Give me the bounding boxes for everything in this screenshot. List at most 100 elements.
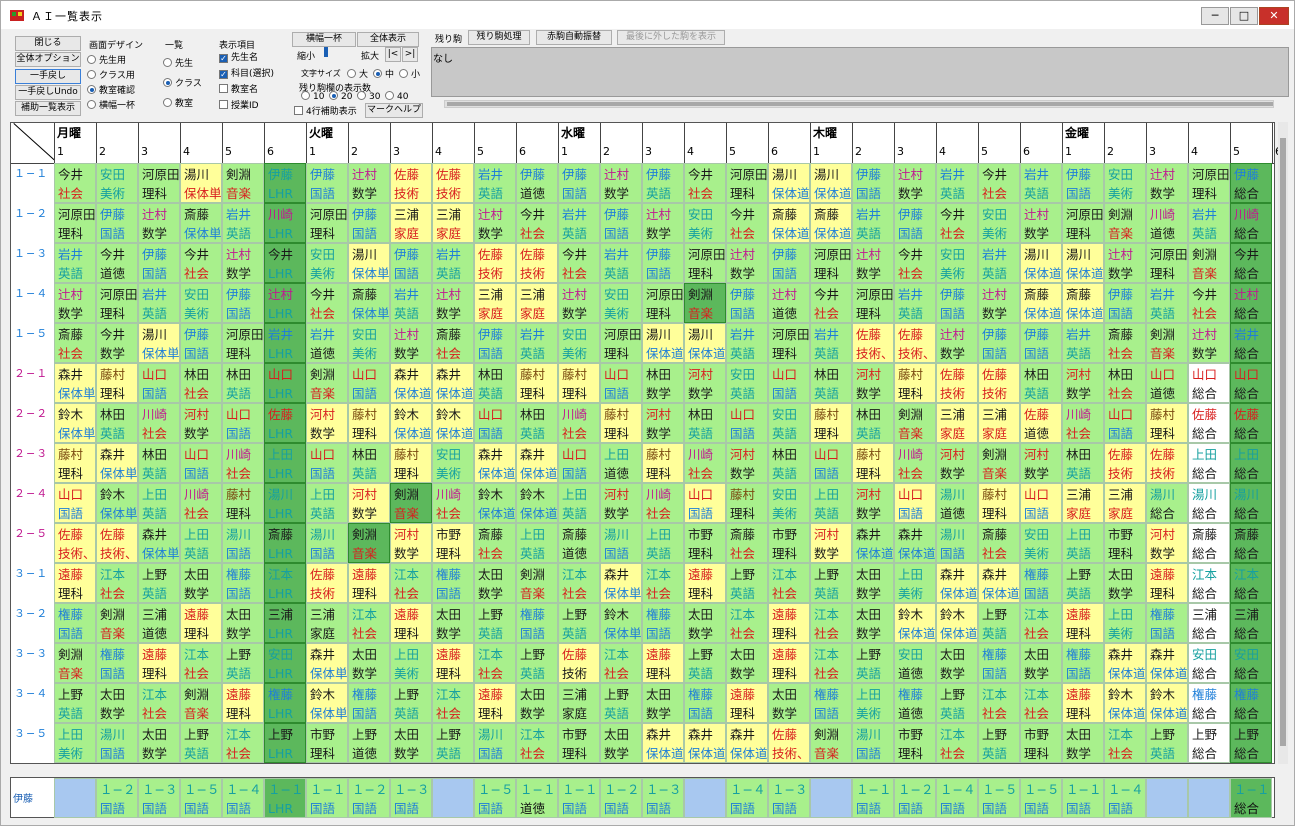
timetable-cell[interactable]: 山口 国語	[726, 403, 768, 443]
timetable-cell[interactable]: 江本 社会	[810, 603, 852, 643]
timetable-cell[interactable]: 藤村 理科	[852, 443, 894, 483]
display-checkbox-2[interactable]: 教室名	[219, 82, 258, 95]
timetable-cell[interactable]: 剣淵 音楽	[222, 163, 264, 203]
close-window-button[interactable]: ✕	[1259, 7, 1289, 25]
timetable-cell[interactable]: 江本 社会	[222, 723, 264, 763]
timetable-cell[interactable]: 伊藤 国語	[600, 203, 642, 243]
teacher-row-cell[interactable]: １−５ 国語	[978, 778, 1020, 818]
timetable-cell[interactable]: 上野 英語	[1062, 563, 1104, 603]
teacher-row-cell[interactable]	[54, 778, 96, 818]
timetable-cell[interactable]: 岩井 英語	[1062, 323, 1104, 363]
timetable-cell[interactable]: 岩井 英語	[474, 163, 516, 203]
timetable-cell[interactable]: 河村 数学	[726, 443, 768, 483]
timetable-cell[interactable]: 辻村 数学	[642, 203, 684, 243]
timetable-cell[interactable]: 伊藤 国語	[180, 323, 222, 363]
timetable-cell[interactable]: 森井 保体単	[306, 643, 348, 683]
timetable-cell[interactable]: 江本 LHR	[264, 563, 306, 603]
timetable-cell[interactable]: 河村 数学	[1062, 363, 1104, 403]
timetable-cell[interactable]: 佐藤 技術	[936, 363, 978, 403]
timetable-cell[interactable]: 林田 英語	[474, 363, 516, 403]
timetable-cell[interactable]: 森井 保体道	[726, 723, 768, 763]
timetable-cell[interactable]: 江本 社会	[1020, 683, 1062, 723]
timetable-cell[interactable]: 岩井 英語	[138, 283, 180, 323]
timetable-cell[interactable]: 藤村 理科	[54, 443, 96, 483]
timetable-cell[interactable]: 山口 国語	[810, 443, 852, 483]
timetable-cell[interactable]: 岩井 英語	[726, 323, 768, 363]
timetable-cell[interactable]: 河原田 理科	[600, 323, 642, 363]
teacher-row-cell[interactable]: １−５ 国語	[180, 778, 222, 818]
teacher-row-cell[interactable]: １−４ 国語	[726, 778, 768, 818]
timetable-cell[interactable]: 鈴木 保体単	[54, 403, 96, 443]
timetable-cell[interactable]: 伊藤 LHR	[264, 163, 306, 203]
timetable-cell[interactable]: 上野 総合	[1188, 723, 1230, 763]
timetable-cell[interactable]: 山口 国語	[1104, 403, 1146, 443]
timetable-cell[interactable]: 湯川 国語	[474, 723, 516, 763]
timetable-cell[interactable]: 今井 社会	[1188, 283, 1230, 323]
timetable-cell[interactable]: 安田 美術	[558, 323, 600, 363]
timetable-cell[interactable]: 森井 保体道	[978, 563, 1020, 603]
timetable-cell[interactable]: 河原田 理科	[222, 323, 264, 363]
timetable-cell[interactable]: 斎藤 保体道	[810, 203, 852, 243]
list-radio-1[interactable]: クラス	[163, 76, 202, 89]
timetable-cell[interactable]: 権藤 道徳	[894, 683, 936, 723]
timetable-cell[interactable]: 河原田 理科	[138, 163, 180, 203]
timetable-cell[interactable]: 森井 保体道	[684, 723, 726, 763]
timetable-cell[interactable]: 安田 美術	[348, 323, 390, 363]
timetable-cell[interactable]: 鈴木 保体道	[390, 403, 432, 443]
timetable-cell[interactable]: 辻村 数学	[726, 243, 768, 283]
timetable-cell[interactable]: 岩井 英語	[432, 243, 474, 283]
timetable-cell[interactable]: 川崎 社会	[684, 443, 726, 483]
timetable-cell[interactable]: 斎藤 社会	[432, 323, 474, 363]
timetable-cell[interactable]: 辻村 LHR	[264, 283, 306, 323]
timetable-cell[interactable]: 江本 社会	[978, 683, 1020, 723]
timetable-cell[interactable]: 鈴木 保体道	[1104, 683, 1146, 723]
timetable-cell[interactable]: 安田 美術	[96, 163, 138, 203]
timetable-cell[interactable]: 伊藤 国語	[936, 283, 978, 323]
timetable-cell[interactable]: 山口 国語	[600, 363, 642, 403]
teacher-row-cell[interactable]	[1188, 778, 1230, 818]
timetable-cell[interactable]: 伊藤 国語	[96, 203, 138, 243]
timetable-cell[interactable]: 江本 総合	[1230, 563, 1272, 603]
timetable-cell[interactable]: 藤村 理科	[558, 363, 600, 403]
timetable-cell[interactable]: 佐藤 技術、	[96, 523, 138, 563]
timetable-cell[interactable]: 河村 数学	[600, 483, 642, 523]
timetable-cell[interactable]: 辻村 数学	[1188, 323, 1230, 363]
timetable-cell[interactable]: 遠藤 理科	[768, 603, 810, 643]
remaining-scrollbar[interactable]	[444, 100, 1274, 108]
timetable-cell[interactable]: 上野 英語	[978, 723, 1020, 763]
timetable-cell[interactable]: 太田 数学	[474, 563, 516, 603]
timetable-cell[interactable]: 湯川 保体道	[684, 323, 726, 363]
timetable-cell[interactable]: 辻村 数学	[138, 203, 180, 243]
timetable-cell[interactable]: 湯川 保体道	[1062, 243, 1104, 283]
full-display-button[interactable]: 全体表示	[357, 32, 419, 47]
timetable-cell[interactable]: 権藤 国語	[348, 683, 390, 723]
timetable-cell[interactable]: 権藤 総合	[1230, 683, 1272, 723]
timetable-cell[interactable]: 岩井 英語	[1146, 283, 1188, 323]
timetable-cell[interactable]: 湯川 国語	[936, 523, 978, 563]
timetable-cell[interactable]: 遠藤 理科	[474, 683, 516, 723]
timetable-cell[interactable]: 湯川 国語	[852, 723, 894, 763]
timetable-cell[interactable]: 遠藤 理科	[54, 563, 96, 603]
timetable-cell[interactable]: 三浦 家庭	[936, 403, 978, 443]
teacher-row-cell[interactable]	[810, 778, 852, 818]
font-size-radio-0[interactable]: 大	[347, 67, 368, 80]
timetable-cell[interactable]: 鈴木 保体単	[306, 683, 348, 723]
timetable-cell[interactable]: 森井 保体単	[138, 523, 180, 563]
timetable-cell[interactable]: 太田 数学	[348, 643, 390, 683]
timetable-cell[interactable]: 上野 英語	[138, 563, 180, 603]
timetable-cell[interactable]: 三浦 家庭	[558, 683, 600, 723]
timetable-cell[interactable]: 藤村 理科	[642, 443, 684, 483]
timetable-cell[interactable]: 遠藤 理科	[726, 683, 768, 723]
timetable-cell[interactable]: 太田 数学	[138, 723, 180, 763]
list-radio-0[interactable]: 先生	[163, 56, 193, 69]
timetable-cell[interactable]: 伊藤 道徳	[516, 163, 558, 203]
grid-vertical-scrollbar[interactable]	[1278, 122, 1288, 764]
timetable-cell[interactable]: 江本 社会	[432, 683, 474, 723]
timetable-cell[interactable]: 河村 数学	[390, 523, 432, 563]
timetable-cell[interactable]: 山口 国語	[768, 363, 810, 403]
timetable-cell[interactable]: 川崎 社会	[138, 403, 180, 443]
remain-count-radio-2[interactable]: 30	[357, 91, 380, 102]
timetable-cell[interactable]: 岩井 道徳	[306, 323, 348, 363]
timetable-cell[interactable]: 剣淵 音楽	[1146, 323, 1188, 363]
timetable-cell[interactable]: 藤村 理科	[978, 483, 1020, 523]
